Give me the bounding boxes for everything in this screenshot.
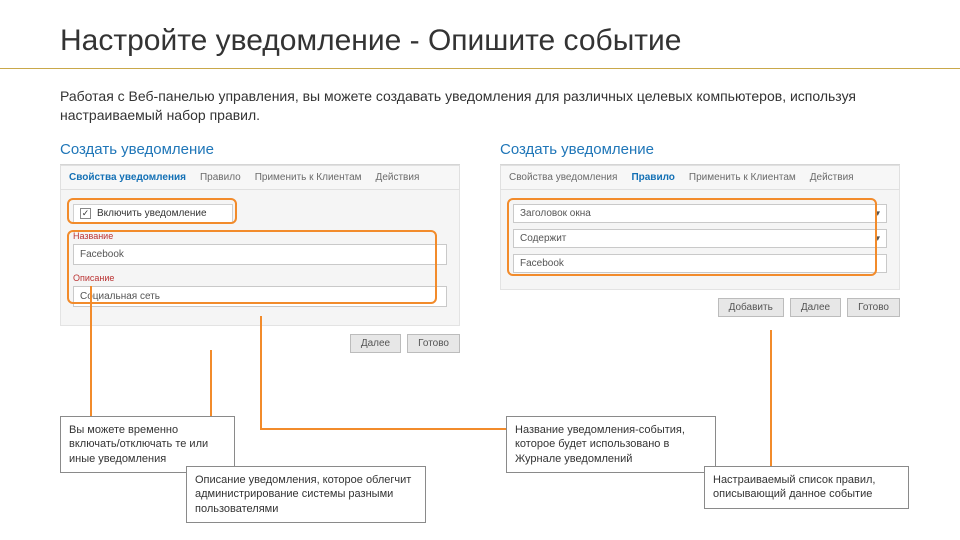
select-contains[interactable]: Содержит ▾ <box>513 229 887 248</box>
tab-properties-r[interactable]: Свойства уведомления <box>509 172 617 183</box>
done-button[interactable]: Готово <box>407 334 460 353</box>
callout-rules: Настраиваемый список правил, описывающий… <box>704 466 909 509</box>
right-panel-body: Заголовок окна ▾ Содержит ▾ Facebook <box>500 190 900 290</box>
name-label: Название <box>73 231 447 241</box>
tab-rule[interactable]: Правило <box>200 172 241 183</box>
next-button[interactable]: Далее <box>350 334 401 353</box>
select-window-title[interactable]: Заголовок окна ▾ <box>513 204 887 223</box>
right-panel: Создать уведомление Свойства уведомления… <box>500 135 900 353</box>
select-value-2: Содержит <box>520 233 566 244</box>
name-field[interactable]: Facebook <box>73 244 447 265</box>
connector-3a <box>260 316 262 428</box>
desc-label: Описание <box>73 273 447 283</box>
enable-checkbox[interactable]: ✓ <box>80 208 91 219</box>
select-value-1: Заголовок окна <box>520 208 591 219</box>
chevron-down-icon: ▾ <box>875 208 880 219</box>
enable-notification-row[interactable]: ✓ Включить уведомление <box>73 204 233 223</box>
tab-apply-clients-r[interactable]: Применить к Клиентам <box>689 172 796 183</box>
connector-4 <box>770 330 772 470</box>
tab-actions[interactable]: Действия <box>376 172 420 183</box>
add-button[interactable]: Добавить <box>718 298 784 317</box>
tab-properties[interactable]: Свойства уведомления <box>69 172 186 183</box>
done-button-r[interactable]: Готово <box>847 298 900 317</box>
left-panel-body: ✓ Включить уведомление Название Facebook… <box>60 190 460 326</box>
select-text-value[interactable]: Facebook <box>513 254 887 273</box>
tab-apply-clients[interactable]: Применить к Клиентам <box>255 172 362 183</box>
select-value-3: Facebook <box>520 258 564 269</box>
chevron-down-icon: ▾ <box>875 233 880 244</box>
right-tabs: Свойства уведомления Правило Применить к… <box>500 165 900 190</box>
left-panel-heading: Создать уведомление <box>60 135 460 165</box>
intro-text: Работая с Веб-панелью управления, вы мож… <box>0 87 960 135</box>
tab-rule-r[interactable]: Правило <box>631 172 674 183</box>
connector-3b <box>260 428 510 430</box>
callout-description: Описание уведомления, которое облегчит а… <box>186 466 426 523</box>
right-panel-heading: Создать уведомление <box>500 135 900 165</box>
title-divider <box>0 68 960 69</box>
callout-name: Название уведомления-события, которое бу… <box>506 416 716 473</box>
page-title: Настройте уведомление - Опишите событие <box>0 0 960 68</box>
right-buttons: Добавить Далее Готово <box>500 298 900 317</box>
enable-label: Включить уведомление <box>97 208 207 219</box>
left-tabs: Свойства уведомления Правило Применить к… <box>60 165 460 190</box>
connector-1 <box>90 286 92 416</box>
tab-actions-r[interactable]: Действия <box>810 172 854 183</box>
callout-enable: Вы можете временно включать/отключать те… <box>60 416 235 473</box>
desc-field[interactable]: Социальная сеть <box>73 286 447 307</box>
next-button-r[interactable]: Далее <box>790 298 841 317</box>
